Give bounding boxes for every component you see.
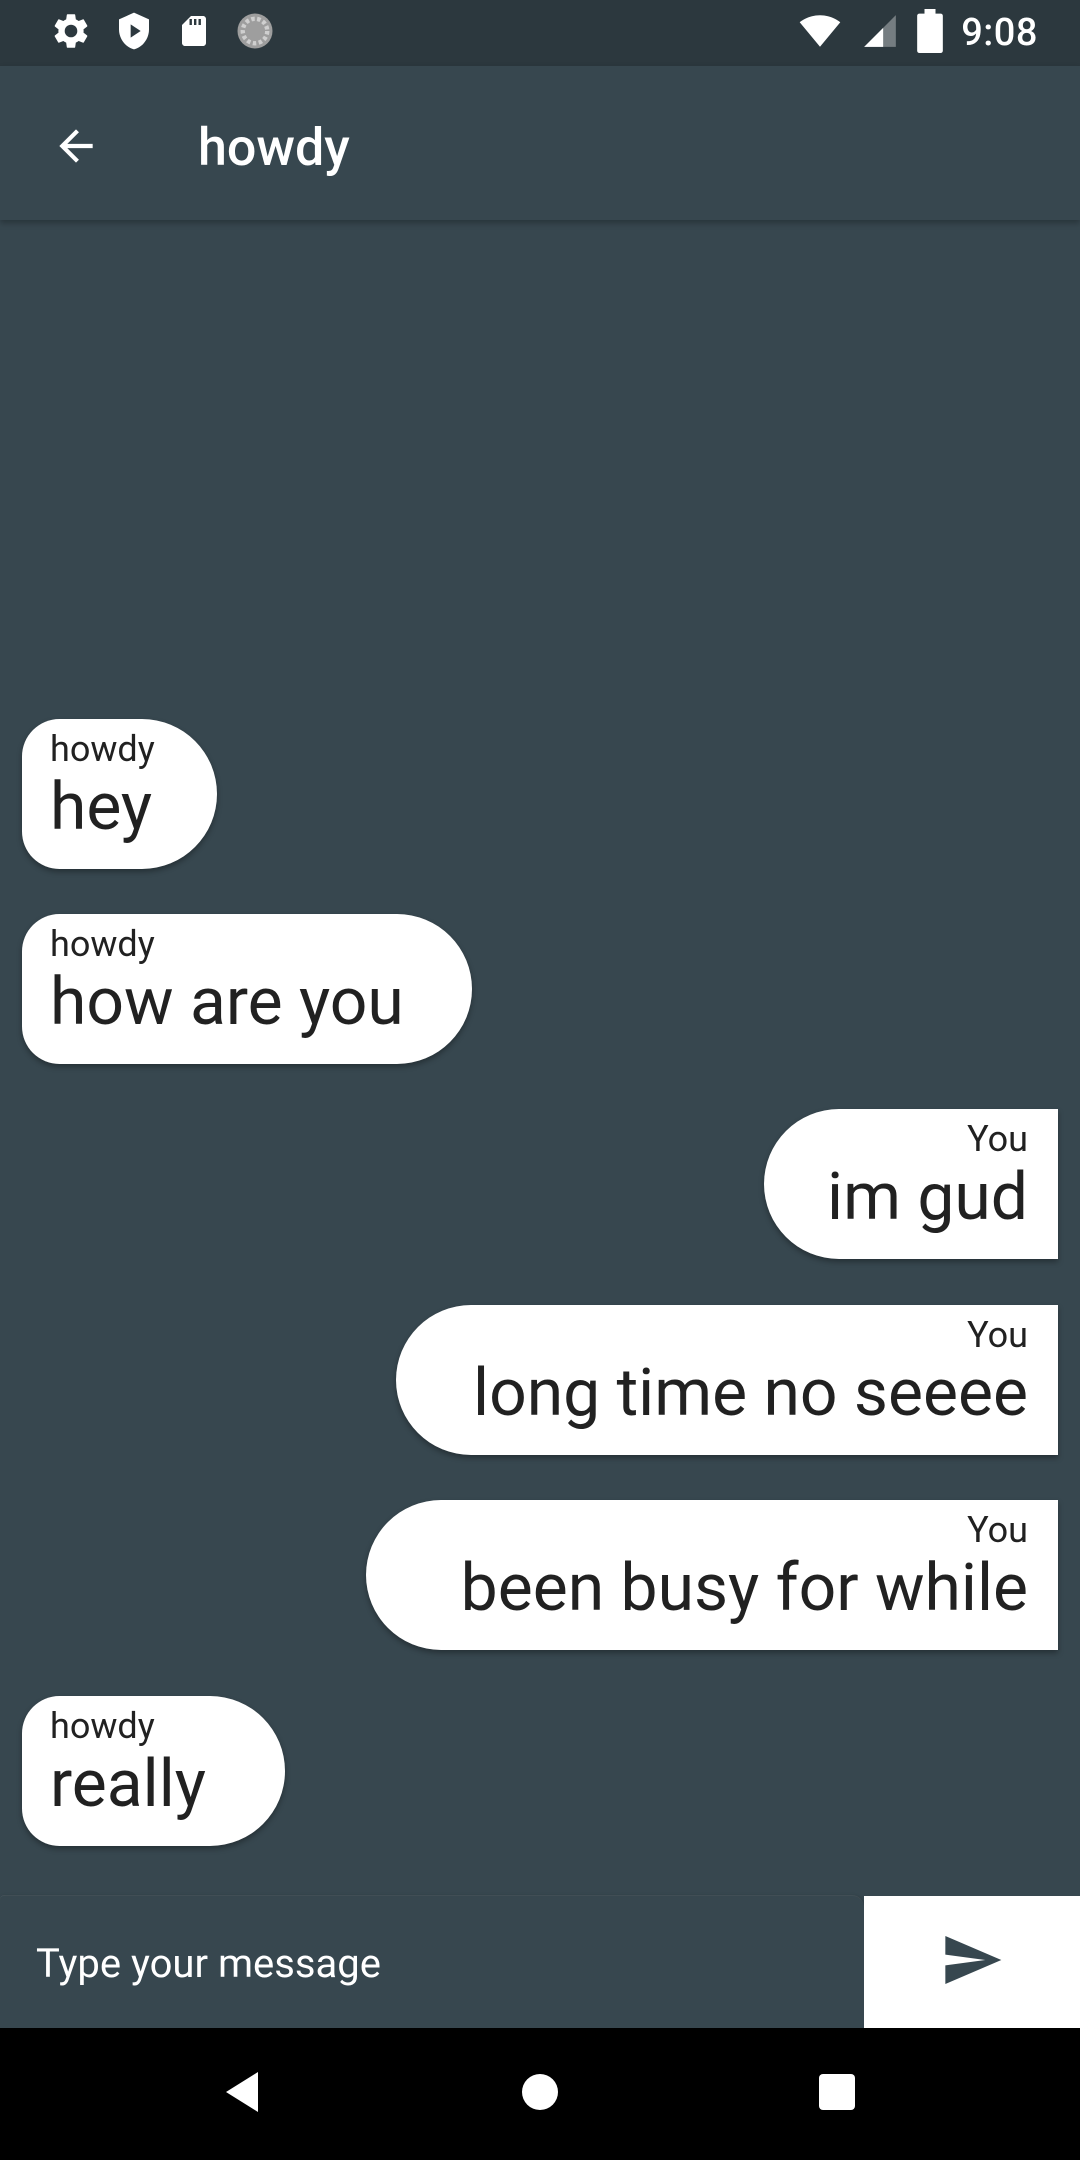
status-bar: 9:08 bbox=[0, 0, 1080, 66]
nav-back-icon bbox=[222, 2070, 262, 2118]
sync-circle-icon bbox=[234, 10, 276, 56]
message-input-container bbox=[0, 1896, 864, 2028]
chat-title: howdy bbox=[198, 117, 350, 178]
status-time: 9:08 bbox=[961, 11, 1038, 55]
message-text: really bbox=[50, 1746, 206, 1823]
message-sender: You bbox=[967, 1314, 1028, 1356]
cellular-signal-icon bbox=[861, 10, 899, 56]
status-bar-right-icons: 9:08 bbox=[797, 9, 1038, 57]
message-text: long time no seeee bbox=[473, 1355, 1028, 1432]
arrow-back-icon bbox=[51, 121, 101, 175]
message-input[interactable] bbox=[34, 1926, 838, 2000]
message-composer bbox=[0, 1896, 1080, 2028]
message-text: how are you bbox=[50, 964, 404, 1041]
message-list[interactable]: howdy hey howdy how are you You im gud Y… bbox=[0, 220, 1080, 1896]
message-bubble-received: howdy really bbox=[22, 1696, 285, 1846]
system-nav-bar bbox=[0, 2028, 1080, 2160]
message-bubble-sent: You im gud bbox=[764, 1109, 1058, 1259]
message-bubble-sent: You been busy for while bbox=[366, 1500, 1058, 1650]
message-sender: howdy bbox=[50, 728, 155, 770]
message-sender: howdy bbox=[50, 923, 155, 965]
message-sender: You bbox=[967, 1509, 1028, 1551]
message-text: hey bbox=[50, 769, 153, 846]
nav-home-icon bbox=[520, 2072, 560, 2116]
nav-back-button[interactable] bbox=[206, 2058, 278, 2130]
message-text: im gud bbox=[827, 1159, 1028, 1236]
message-bubble-received: howdy hey bbox=[22, 719, 217, 869]
message-sender: howdy bbox=[50, 1705, 155, 1747]
shield-play-icon bbox=[114, 10, 154, 56]
sd-card-icon bbox=[176, 10, 212, 56]
message-text: been busy for while bbox=[460, 1550, 1028, 1627]
back-button[interactable] bbox=[44, 116, 108, 180]
nav-home-button[interactable] bbox=[504, 2058, 576, 2130]
settings-icon bbox=[50, 10, 92, 56]
wifi-icon bbox=[797, 10, 843, 56]
nav-recents-button[interactable] bbox=[801, 2058, 873, 2130]
message-bubble-received: howdy how are you bbox=[22, 914, 472, 1064]
app-bar: howdy bbox=[0, 66, 1080, 220]
send-button[interactable] bbox=[864, 1896, 1080, 2028]
nav-recents-icon bbox=[819, 2074, 855, 2114]
message-bubble-sent: You long time no seeee bbox=[396, 1305, 1058, 1455]
send-icon bbox=[940, 1928, 1004, 1996]
status-bar-left-icons bbox=[50, 10, 276, 56]
message-sender: You bbox=[967, 1118, 1028, 1160]
battery-icon bbox=[917, 9, 944, 57]
